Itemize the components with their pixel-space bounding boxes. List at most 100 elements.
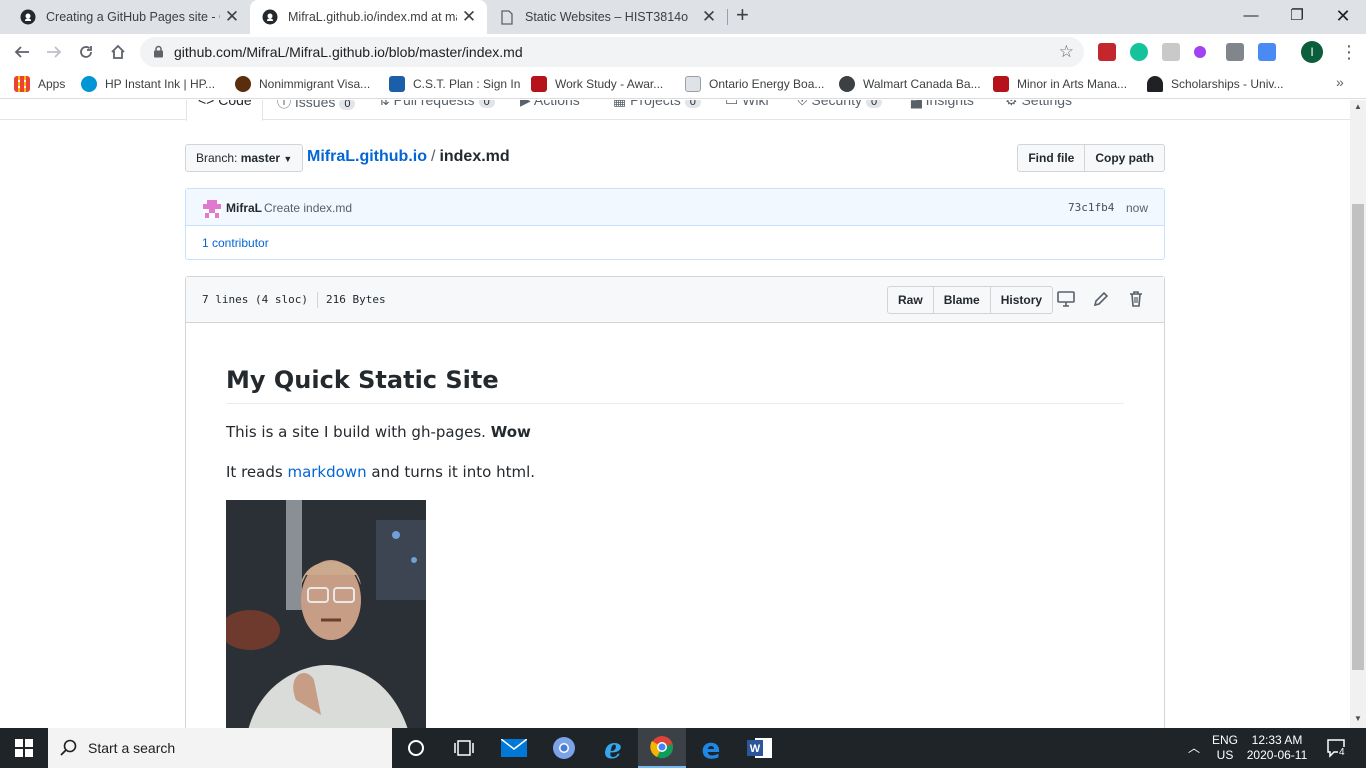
close-icon[interactable]: ✕ xyxy=(697,7,721,27)
windows-logo-icon xyxy=(15,739,33,757)
bookmark-label: Work Study - Awar... xyxy=(555,77,664,91)
tab-projects[interactable]: ▦ Projects 0 xyxy=(613,100,701,109)
reload-button[interactable] xyxy=(74,40,98,64)
docs-extension-icon[interactable] xyxy=(1258,43,1276,61)
restore-button[interactable]: ❐ xyxy=(1274,0,1320,34)
back-button[interactable] xyxy=(10,40,34,64)
grammarly-icon[interactable] xyxy=(1130,43,1148,61)
cst-icon xyxy=(389,76,405,92)
new-tab-button[interactable]: + xyxy=(736,2,749,28)
desktop-icon[interactable] xyxy=(1057,290,1075,308)
avatar[interactable] xyxy=(203,200,221,218)
start-button[interactable] xyxy=(0,728,48,768)
bookmark-cst[interactable]: C.S.T. Plan : Sign In xyxy=(389,75,520,93)
commit-message-link[interactable]: Create index.md xyxy=(264,201,352,215)
chrome-active-icon[interactable] xyxy=(638,728,686,768)
tab-security[interactable]: ⛨ Security 0 xyxy=(797,100,883,109)
contributors-link[interactable]: 1 contributor xyxy=(202,236,269,250)
tab-label: Settings xyxy=(1021,100,1073,108)
branch-select-button[interactable]: Branch: master ▼ xyxy=(185,144,304,172)
bookmark-label: Walmart Canada Ba... xyxy=(863,77,981,91)
blame-button[interactable]: Blame xyxy=(933,286,991,314)
taskbar-search[interactable]: Start a search xyxy=(48,728,392,768)
close-icon[interactable]: ✕ xyxy=(457,7,481,27)
word-icon[interactable]: W xyxy=(736,728,784,768)
breadcrumb: MifraL.github.io / index.md xyxy=(307,148,510,166)
bookmark-minor-arts[interactable]: Minor in Arts Mana... xyxy=(993,75,1127,93)
breadcrumb-repo-link[interactable]: MifraL.github.io xyxy=(307,148,427,165)
bookmark-walmart[interactable]: Walmart Canada Ba... xyxy=(839,75,981,93)
copy-path-button[interactable]: Copy path xyxy=(1085,144,1165,172)
language-indicator[interactable]: ENG US xyxy=(1208,733,1242,767)
commit-author-link[interactable]: MifraL xyxy=(226,201,262,215)
profile-avatar[interactable]: I xyxy=(1301,41,1323,63)
globe-icon xyxy=(839,76,855,92)
raw-button[interactable]: Raw xyxy=(887,286,934,314)
commit-sha-link[interactable]: 73c1fb4 xyxy=(1068,201,1114,214)
mail-icon[interactable] xyxy=(490,728,538,768)
browser-toolbar: github.com/MifraL/MifraL.github.io/blob/… xyxy=(0,34,1366,70)
extension-icon[interactable] xyxy=(1226,43,1244,61)
bookmark-visa[interactable]: Nonimmigrant Visa... xyxy=(235,75,370,93)
search-extension-icon[interactable] xyxy=(1194,46,1206,58)
bookmark-label: Apps xyxy=(38,77,66,91)
bookmark-hp[interactable]: HP Instant Ink | HP... xyxy=(81,75,215,93)
tab-actions[interactable]: ▶ Actions xyxy=(520,100,580,109)
edge-icon[interactable]: e xyxy=(687,728,735,768)
tab-wiki[interactable]: ▭ Wiki xyxy=(725,100,769,109)
tab-insights[interactable]: ▟ Insights xyxy=(911,100,974,109)
forward-button[interactable] xyxy=(42,40,66,64)
bookmark-label: C.S.T. Plan : Sign In xyxy=(413,77,521,91)
svg-text:W: W xyxy=(750,743,761,755)
markdown-paragraph: This is a site I build with gh-pages. Wo… xyxy=(226,420,1124,444)
apps-grid-icon xyxy=(14,76,30,92)
internet-explorer-icon[interactable]: e xyxy=(589,728,637,768)
tab-label: Actions xyxy=(533,100,580,108)
trash-icon[interactable] xyxy=(1127,290,1145,308)
cortana-icon[interactable] xyxy=(392,728,440,768)
markdown-heading: My Quick Static Site xyxy=(226,365,1124,404)
extension-icon[interactable] xyxy=(1162,43,1180,61)
home-button[interactable] xyxy=(106,40,130,64)
notification-count: 4 xyxy=(1338,747,1346,758)
chevron-right-icon[interactable]: » xyxy=(1336,74,1344,90)
bookmark-star-icon[interactable]: ☆ xyxy=(1059,42,1074,62)
close-icon[interactable]: ✕ xyxy=(220,7,244,27)
find-file-button[interactable]: Find file xyxy=(1017,144,1086,172)
chevron-up-icon[interactable]: ︿ xyxy=(1182,728,1206,768)
bookmark-work-study[interactable]: Work Study - Awar... xyxy=(531,75,663,93)
tab-label: Issues xyxy=(294,100,336,110)
tab-static-websites[interactable]: Static Websites – HIST3814o ✕ xyxy=(487,0,727,34)
reload-icon xyxy=(80,46,92,58)
scrollbar-thumb[interactable] xyxy=(1352,204,1364,670)
chrome-app-icon[interactable] xyxy=(540,728,588,768)
task-view-icon[interactable] xyxy=(440,728,488,768)
minimize-button[interactable]: — xyxy=(1228,0,1274,34)
pencil-icon[interactable] xyxy=(1092,290,1110,308)
file-lines: 7 lines (4 sloc) xyxy=(202,293,308,306)
file-viewer: 7 lines (4 sloc) 216 Bytes Raw Blame Hist… xyxy=(185,276,1165,728)
browser-menu-icon[interactable]: ⋮ xyxy=(1340,40,1358,64)
tab-pull-requests[interactable]: ⇅ Pull requests 0 xyxy=(378,100,495,109)
markdown-link[interactable]: markdown xyxy=(287,463,366,481)
bookmark-label: Minor in Arts Mana... xyxy=(1017,77,1128,91)
action-center-button[interactable]: 4 xyxy=(1320,728,1354,768)
tab-issues[interactable]: ⓘ Issues 0 xyxy=(277,100,356,112)
close-window-button[interactable]: ✕ xyxy=(1320,0,1366,34)
page-scrollbar[interactable]: ▲ ▼ xyxy=(1350,100,1366,728)
address-bar[interactable]: github.com/MifraL/MifraL.github.io/blob/… xyxy=(140,37,1084,67)
bookmark-ontario-energy[interactable]: Ontario Energy Boa... xyxy=(685,75,824,93)
tab-github-pages[interactable]: Creating a GitHub Pages site - Gi ✕ xyxy=(0,0,250,34)
bookmarks-bar: Apps HP Instant Ink | HP... Nonimmigrant… xyxy=(0,70,1366,99)
tab-settings[interactable]: ⚙ Settings xyxy=(1005,100,1072,109)
page-viewport: <> Code ⓘ Issues 0 ⇅ Pull requests 0 ▶ Act… xyxy=(0,100,1350,728)
bookmark-scholarships[interactable]: Scholarships - Univ... xyxy=(1147,75,1283,93)
tab-index-md[interactable]: MifraL.github.io/index.md at mas ✕ xyxy=(250,0,487,34)
bookmark-apps[interactable]: Apps xyxy=(14,75,65,93)
scroll-up-icon[interactable]: ▲ xyxy=(1354,102,1362,111)
scroll-down-icon[interactable]: ▼ xyxy=(1354,714,1362,723)
extension-icon[interactable] xyxy=(1098,43,1116,61)
history-button[interactable]: History xyxy=(990,286,1054,314)
clock[interactable]: 12:33 AM 2020-06-11 xyxy=(1244,733,1310,767)
tab-code[interactable]: <> Code xyxy=(198,100,252,108)
